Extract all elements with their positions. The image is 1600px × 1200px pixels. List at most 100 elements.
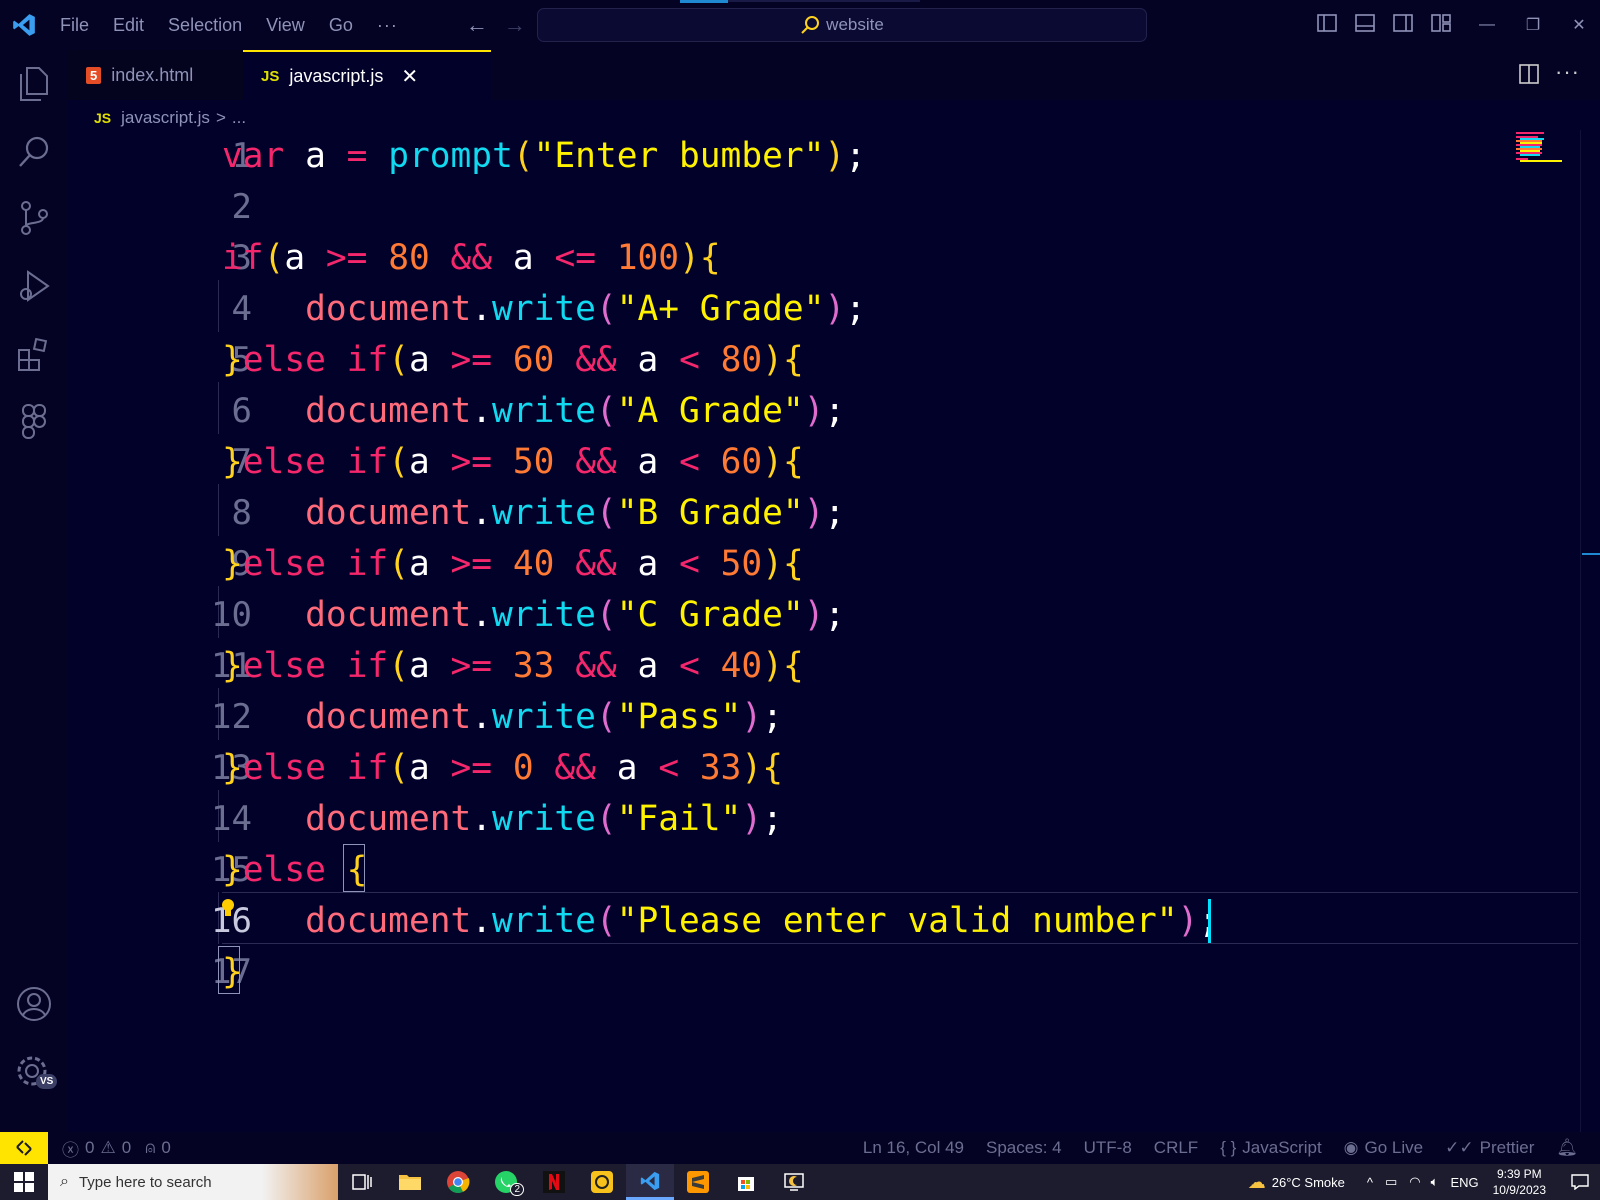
clock[interactable]: 9:39 PM 10/9/2023: [1493, 1166, 1546, 1198]
toggle-secondary-sidebar-icon[interactable]: [1392, 12, 1416, 36]
code-line: 17}: [68, 946, 1508, 998]
line-number: 2: [231, 187, 252, 227]
breadcrumb-file[interactable]: javascript.js: [121, 108, 210, 128]
file-explorer-icon[interactable]: [386, 1164, 434, 1200]
system-tray: ☁ 26°C Smoke ^ ▭ ◠ 🔈︎ ENG 9:39 PM 10/9/2…: [1248, 1164, 1600, 1200]
code-text: document.write("A+ Grade");: [305, 289, 866, 329]
vscode-logo-icon: [0, 0, 48, 50]
lightbulb-icon[interactable]: [220, 890, 236, 916]
status-bar: ⓧ 0 ⚠ 0 ⍝ 0 Ln 16, Col 49 Spaces: 4 UTF-8 C…: [0, 1132, 1600, 1164]
code-line: 8 document.write("B Grade");: [68, 487, 1508, 539]
code-line: 7}else if(a >= 50 && a < 60){: [68, 436, 1508, 488]
prettier-button[interactable]: ✓✓ Prettier: [1445, 1138, 1534, 1158]
code-editor[interactable]: 1 var a = prompt("Enter bumber"); 2 3 if(a…: [68, 132, 1600, 1132]
menu-selection[interactable]: Selection: [156, 0, 254, 50]
code-text: document.write("A Grade");: [305, 391, 846, 431]
language-label: JavaScript: [1242, 1138, 1322, 1157]
explorer-icon[interactable]: [14, 64, 54, 104]
breadcrumb: JS javascript.js > ...: [94, 104, 246, 132]
account-icon[interactable]: [14, 984, 54, 1024]
go-live-button[interactable]: ◉ Go Live: [1344, 1138, 1423, 1158]
search-sidebar-icon[interactable]: [14, 132, 54, 172]
search-highlight-icon: [262, 1164, 338, 1200]
network-icon[interactable]: ◠: [1409, 1174, 1420, 1190]
split-editor-icon[interactable]: [1517, 62, 1541, 91]
app-moon-icon[interactable]: [770, 1164, 818, 1200]
notification-center-icon[interactable]: [1560, 1164, 1600, 1200]
vertical-scrollbar[interactable]: [1580, 130, 1600, 1132]
broadcast-icon: ⍝: [145, 1138, 156, 1157]
indentation[interactable]: Spaces: 4: [986, 1138, 1062, 1158]
code-line: 5}else if(a >= 60 && a < 80){: [68, 334, 1508, 386]
menu-view[interactable]: View: [254, 0, 317, 50]
problems-indicator[interactable]: ⓧ 0 ⚠ 0: [62, 1136, 131, 1161]
command-center-accent: [680, 0, 728, 3]
run-debug-icon[interactable]: [14, 266, 54, 306]
menu-go[interactable]: Go: [317, 0, 365, 50]
task-view-icon[interactable]: [338, 1164, 386, 1200]
code-text: document.write("C Grade");: [305, 595, 846, 635]
taskbar-search-placeholder: Type here to search: [78, 1173, 212, 1191]
ports-indicator[interactable]: ⍝ 0: [145, 1138, 171, 1158]
code-line: 6 document.write("A Grade");: [68, 385, 1508, 437]
tab-javascript-js[interactable]: JS javascript.js ✕: [243, 50, 491, 100]
code-text: document.write("B Grade");: [305, 493, 846, 533]
input-language[interactable]: ENG: [1450, 1175, 1478, 1190]
command-center-search[interactable]: website: [537, 8, 1147, 42]
menu-more[interactable]: ···: [365, 0, 410, 50]
weather-text[interactable]: 26°C Smoke: [1272, 1175, 1345, 1190]
netflix-icon[interactable]: [530, 1164, 578, 1200]
editor-tabs: 5 index.html JS javascript.js ✕ ···: [68, 50, 1600, 100]
app-yellow-icon[interactable]: [578, 1164, 626, 1200]
taskbar-search-box[interactable]: ⌕ Type here to search: [48, 1164, 338, 1200]
weather-icon: ☁: [1247, 1171, 1266, 1192]
source-control-icon[interactable]: [14, 198, 54, 238]
whatsapp-icon[interactable]: 2: [482, 1164, 530, 1200]
vscode-taskbar-icon[interactable]: [626, 1164, 674, 1200]
cursor-position[interactable]: Ln 16, Col 49: [863, 1138, 964, 1158]
menu-file[interactable]: File: [48, 0, 101, 50]
back-arrow-icon[interactable]: ←: [458, 12, 496, 38]
restore-button[interactable]: ❐: [1510, 0, 1556, 50]
remote-indicator-icon[interactable]: [0, 1132, 48, 1164]
search-text: website: [826, 15, 884, 34]
code-line: 13}else if(a >= 0 && a < 33){: [68, 742, 1508, 794]
code-text: document.write("Fail");: [305, 799, 783, 839]
customize-layout-icon[interactable]: [1430, 12, 1454, 36]
manage-gear-icon[interactable]: VS: [14, 1052, 58, 1092]
clock-date: 10/9/2023: [1492, 1183, 1546, 1197]
more-actions-icon[interactable]: ···: [1555, 61, 1580, 91]
encoding[interactable]: UTF-8: [1084, 1138, 1132, 1158]
bracket-match-close: [218, 946, 240, 994]
tab-label: index.html: [111, 64, 194, 85]
chrome-icon[interactable]: [434, 1164, 482, 1200]
prettier-label: Prettier: [1479, 1138, 1535, 1157]
code-line: 3 if(a >= 80 && a <= 100){: [68, 232, 1508, 284]
language-mode[interactable]: { } JavaScript: [1220, 1138, 1321, 1158]
figma-icon[interactable]: [14, 402, 54, 442]
minimize-button[interactable]: —: [1464, 0, 1510, 50]
meet-now-icon[interactable]: ▭: [1385, 1174, 1397, 1190]
microsoft-store-icon[interactable]: [722, 1164, 770, 1200]
extensions-icon[interactable]: [14, 334, 54, 374]
forward-arrow-icon[interactable]: →: [496, 12, 534, 38]
tab-index-html[interactable]: 5 index.html: [68, 50, 243, 100]
close-window-button[interactable]: ✕: [1556, 0, 1600, 50]
code-line: 1 var a = prompt("Enter bumber");: [68, 130, 1508, 182]
clock-time: 9:39 PM: [1496, 1167, 1542, 1181]
go-live-label: Go Live: [1364, 1138, 1424, 1157]
close-tab-icon[interactable]: ✕: [401, 64, 418, 89]
toggle-primary-sidebar-icon[interactable]: [1316, 12, 1340, 36]
sublime-text-icon[interactable]: [674, 1164, 722, 1200]
volume-icon[interactable]: 🔈︎: [1431, 1174, 1439, 1190]
notifications-bell-icon[interactable]: 🔔︎: [1556, 1138, 1578, 1158]
toggle-panel-icon[interactable]: [1354, 12, 1378, 36]
windows-taskbar: ⌕ Type here to search 2 ☁ 26°C Smoke ^ ▭…: [0, 1164, 1600, 1200]
breadcrumb-symbol[interactable]: ...: [232, 108, 246, 128]
code-text: }else if(a >= 0 && a < 33){: [222, 748, 783, 788]
end-of-line[interactable]: CRLF: [1154, 1138, 1198, 1158]
tray-chevron-icon[interactable]: ^: [1367, 1175, 1373, 1190]
menu-edit[interactable]: Edit: [101, 0, 156, 50]
windows-start-icon[interactable]: [0, 1164, 48, 1200]
minimap[interactable]: [1514, 130, 1564, 170]
